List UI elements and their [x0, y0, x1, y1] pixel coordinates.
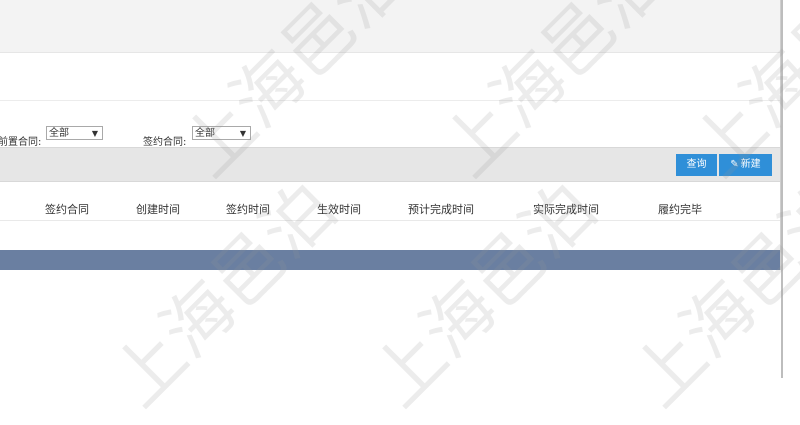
- table-footer-bar: [0, 250, 780, 270]
- pencil-icon: ✎: [730, 159, 739, 170]
- column-header[interactable]: 履约完毕: [658, 201, 702, 217]
- column-header[interactable]: 创建时间: [136, 201, 180, 217]
- signed-contract-selected-value: 全部: [195, 128, 215, 139]
- filter-row: 前置合同: 全部 ▼ 签约合同: 全部 ▼: [0, 118, 780, 148]
- column-header[interactable]: 签约合同: [45, 201, 89, 217]
- top-header-area: [0, 0, 780, 53]
- new-button-label: 新建: [740, 159, 761, 170]
- query-button[interactable]: 查询: [676, 154, 717, 176]
- column-header[interactable]: 预计完成时间: [408, 201, 474, 217]
- dropdown-arrow-icon: ▼: [239, 129, 246, 138]
- pre-contract-label: 前置合同:: [0, 137, 42, 148]
- column-header[interactable]: 生效时间: [317, 201, 361, 217]
- signed-contract-select[interactable]: 全部 ▼: [192, 126, 251, 140]
- pre-contract-selected-value: 全部: [49, 128, 69, 139]
- toolbar: 查询 ✎ 新建: [0, 147, 780, 182]
- table-header: 签约合同 创建时间 签约时间 生效时间 预计完成时间 实际完成时间 履约完毕: [0, 193, 780, 221]
- dropdown-arrow-icon: ▼: [91, 129, 98, 138]
- signed-contract-label: 签约合同:: [143, 137, 187, 148]
- new-button[interactable]: ✎ 新建: [719, 154, 772, 176]
- window-right-border: [781, 0, 783, 378]
- pre-contract-select[interactable]: 全部 ▼: [46, 126, 103, 140]
- column-header[interactable]: 签约时间: [226, 201, 270, 217]
- divider: [0, 100, 780, 101]
- column-header[interactable]: 实际完成时间: [533, 201, 599, 217]
